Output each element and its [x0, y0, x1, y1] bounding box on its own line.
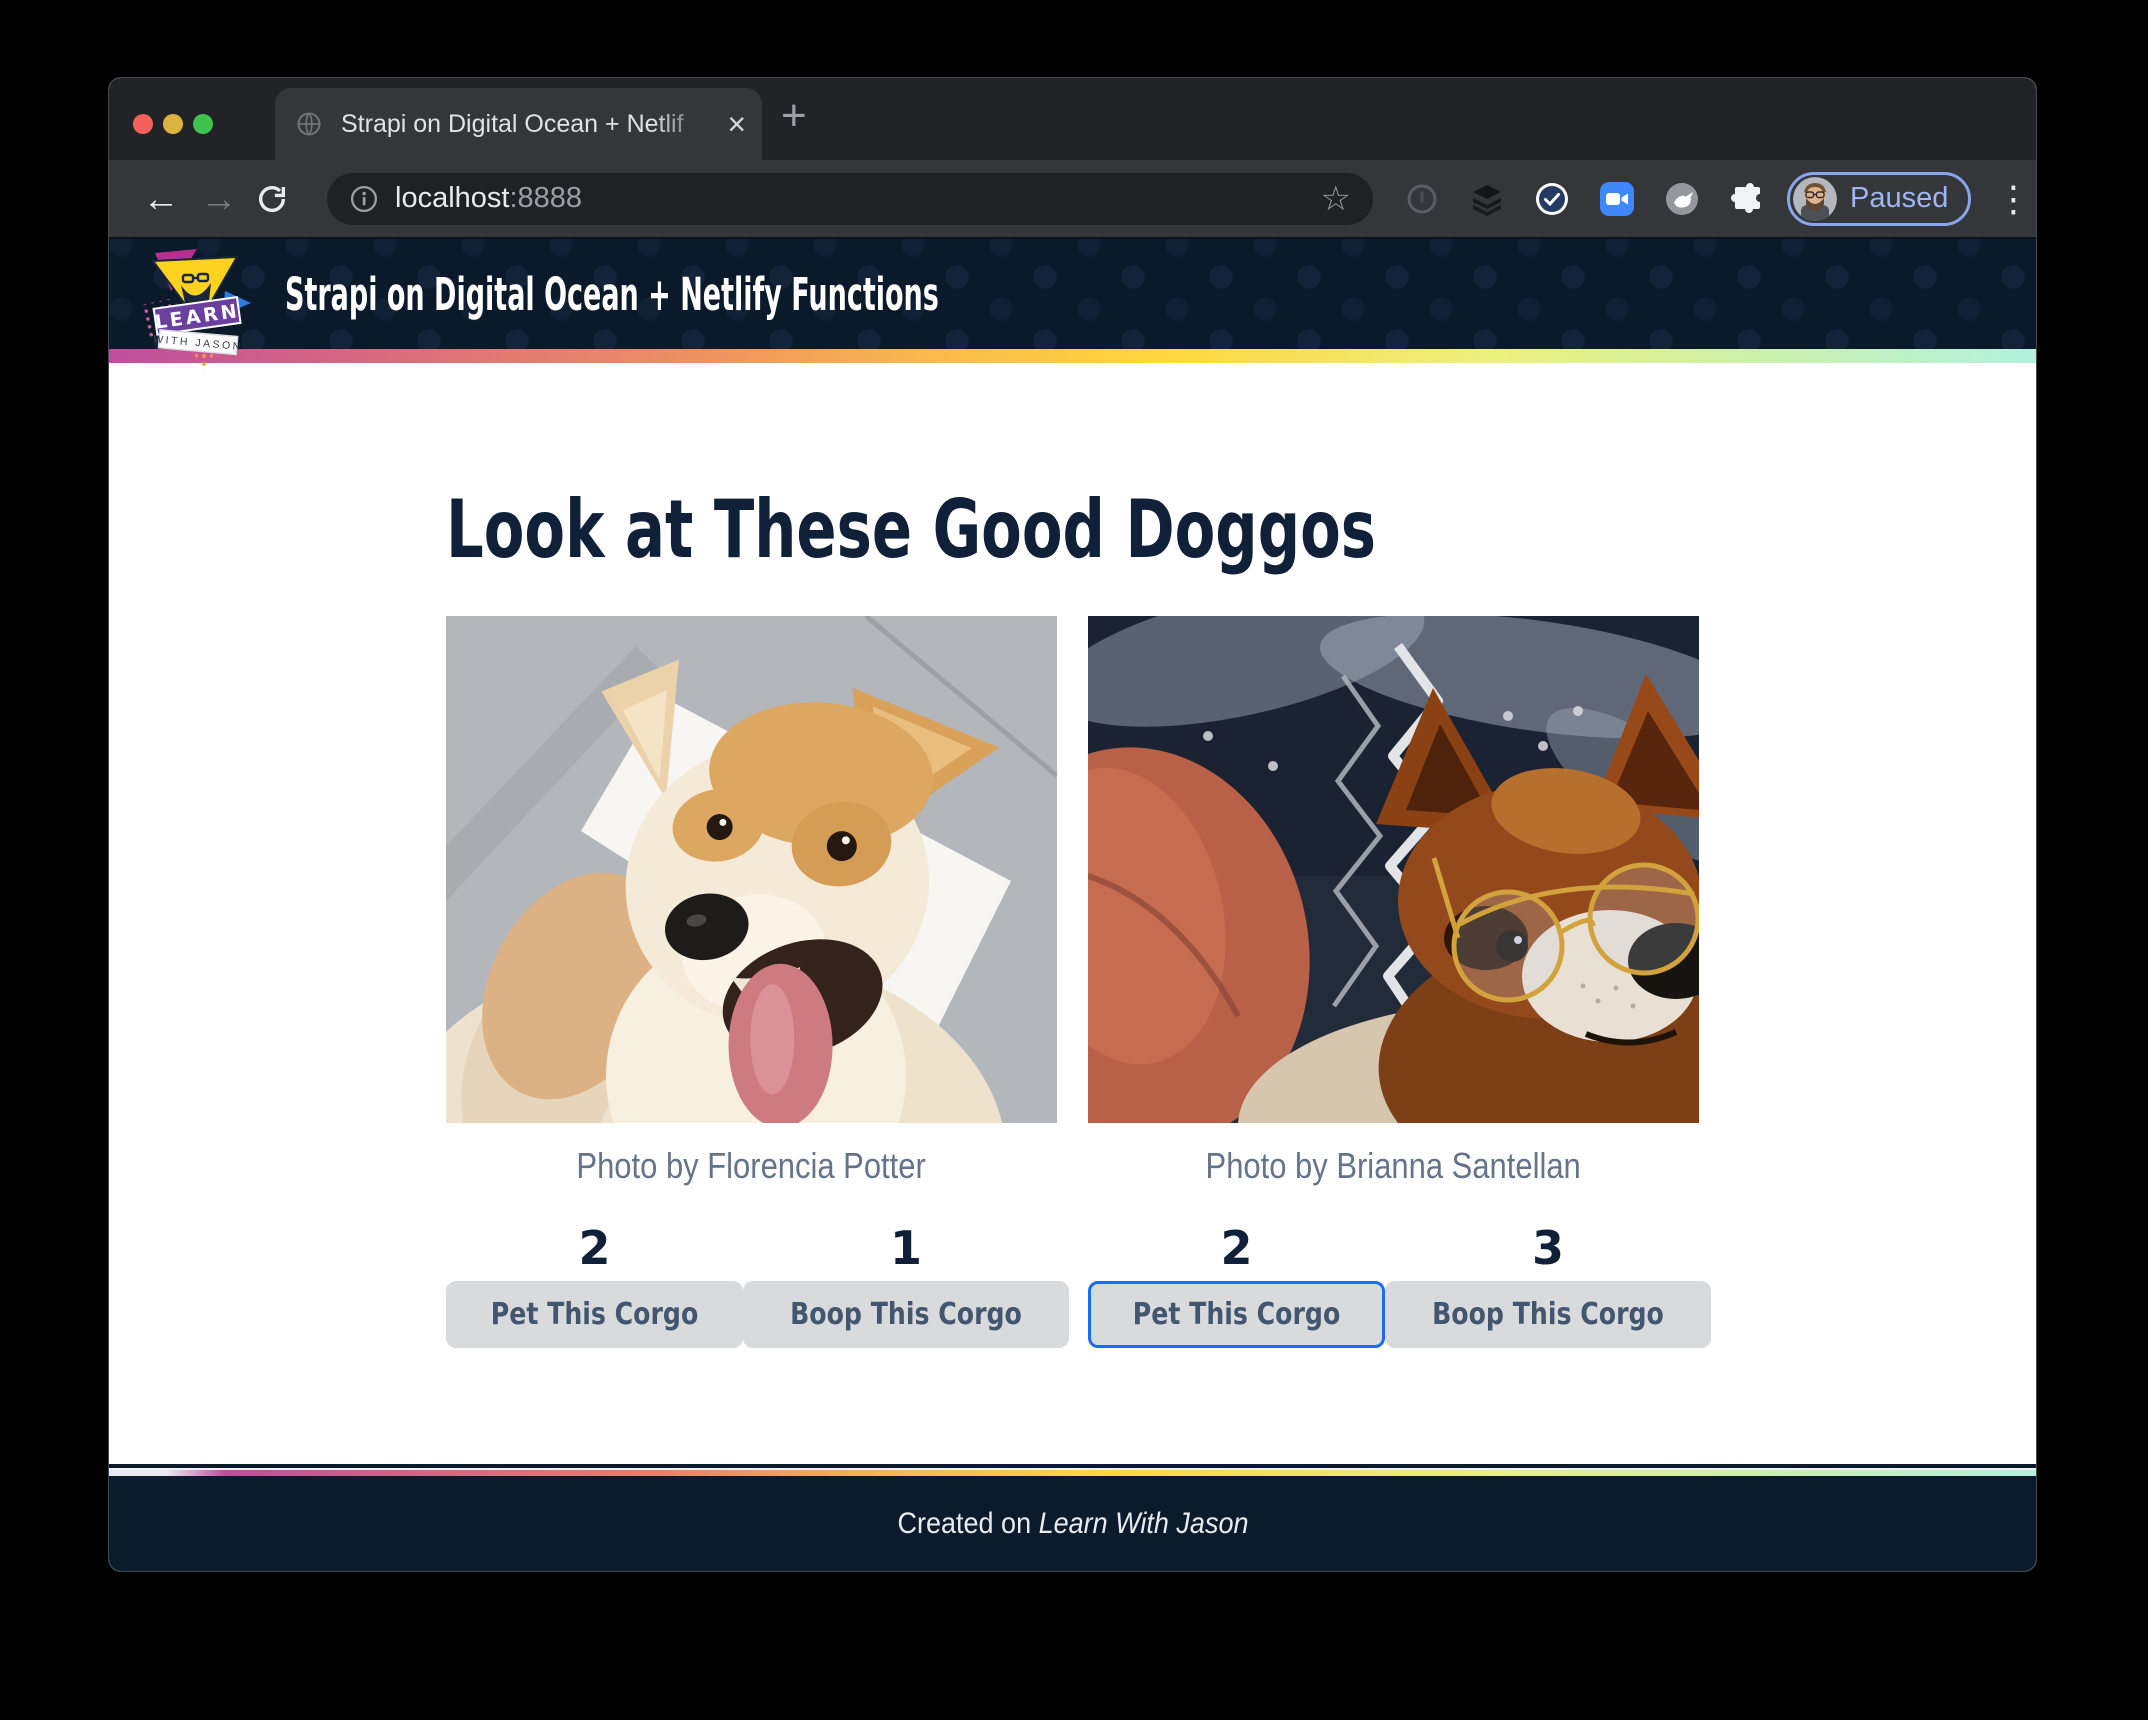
tab-bar: Strapi on Digital Ocean + Netlif × + — [109, 78, 2036, 160]
traffic-lights — [133, 114, 213, 134]
extension-icons — [1404, 181, 1765, 217]
photo-caption: Photo by Brianna Santellan — [1088, 1145, 1699, 1187]
photo-caption: Photo by Florencia Potter — [446, 1145, 1057, 1187]
pet-button-1[interactable]: Pet This Corgo — [446, 1281, 743, 1348]
pet-count-2: 2 — [1221, 1221, 1253, 1275]
zoom-icon[interactable] — [1599, 181, 1635, 217]
url-port: :8888 — [509, 182, 582, 215]
minimize-window-button[interactable] — [163, 114, 183, 134]
zoom-window-button[interactable] — [193, 114, 213, 134]
footer-text: Created on — [897, 1507, 1038, 1540]
back-icon[interactable]: ← — [139, 180, 183, 217]
address-bar[interactable]: localhost:8888 ☆ — [327, 173, 1373, 225]
info-icon[interactable] — [349, 184, 379, 214]
new-tab-button[interactable]: + — [781, 94, 807, 138]
corgi-photo-florencia — [446, 616, 1057, 1123]
boop-button-1[interactable]: Boop This Corgo — [743, 1281, 1069, 1348]
boop-group-2: 3 Boop This Corgo — [1385, 1221, 1711, 1348]
pet-button-2[interactable]: Pet This Corgo — [1088, 1281, 1385, 1348]
paused-label: Paused — [1850, 182, 1948, 215]
bird-icon[interactable] — [1664, 181, 1700, 217]
avatar — [1793, 177, 1837, 221]
boop-count-2: 3 — [1532, 1221, 1564, 1275]
rainbow-gradient-bar — [109, 349, 2036, 363]
page-main: Look at These Good Doggos — [109, 363, 2036, 1464]
learn-with-jason-logo: LEARN WITH JASON — [137, 249, 255, 379]
browser-tab[interactable]: Strapi on Digital Ocean + Netlif × — [275, 88, 762, 160]
check-circle-icon[interactable] — [1534, 181, 1570, 217]
reload-icon[interactable] — [255, 182, 289, 216]
globe-favicon-icon — [295, 110, 323, 138]
boop-count-1: 1 — [890, 1221, 922, 1275]
corgi-card-2: Photo by Brianna Santellan 2 Pet This Co… — [1088, 616, 1699, 1348]
boop-group-1: 1 Boop This Corgo — [743, 1221, 1069, 1348]
ring-extension-icon[interactable] — [1404, 181, 1440, 217]
corgi-card-1: Photo by Florencia Potter 2 Pet This Cor… — [446, 616, 1057, 1348]
bookmark-star-icon[interactable]: ☆ — [1321, 182, 1351, 216]
pet-group-2: 2 Pet This Corgo — [1088, 1221, 1385, 1348]
boop-button-2[interactable]: Boop This Corgo — [1385, 1281, 1711, 1348]
forward-icon[interactable]: → — [197, 180, 241, 217]
puzzle-extensions-icon[interactable] — [1729, 181, 1765, 217]
browser-window: Strapi on Digital Ocean + Netlif × + ← →… — [108, 77, 2037, 1572]
site-header: LEARN WITH JASON Strapi on Digital Ocean… — [109, 237, 2036, 349]
pet-count-1: 2 — [579, 1221, 611, 1275]
site-footer: Created on Learn With Jason — [109, 1476, 2036, 1571]
corgi-photo-brianna — [1088, 616, 1699, 1123]
browser-toolbar: ← → localhost:8888 ☆ — [109, 160, 2036, 237]
profile-paused-button[interactable]: Paused — [1787, 172, 1971, 226]
pet-group-1: 2 Pet This Corgo — [446, 1221, 743, 1348]
tab-title: Strapi on Digital Ocean + Netlif — [341, 110, 721, 139]
close-window-button[interactable] — [133, 114, 153, 134]
layers-icon[interactable] — [1469, 181, 1505, 217]
tab-close-icon[interactable]: × — [727, 108, 746, 140]
site-title: Strapi on Digital Ocean + Netlify Functi… — [285, 268, 939, 321]
url-host: localhost — [395, 182, 509, 215]
page-title: Look at These Good Doggos — [446, 363, 1373, 576]
browser-menu-icon[interactable]: ⋮ — [1995, 181, 2031, 217]
footer-site-name: Learn With Jason — [1038, 1507, 1248, 1540]
